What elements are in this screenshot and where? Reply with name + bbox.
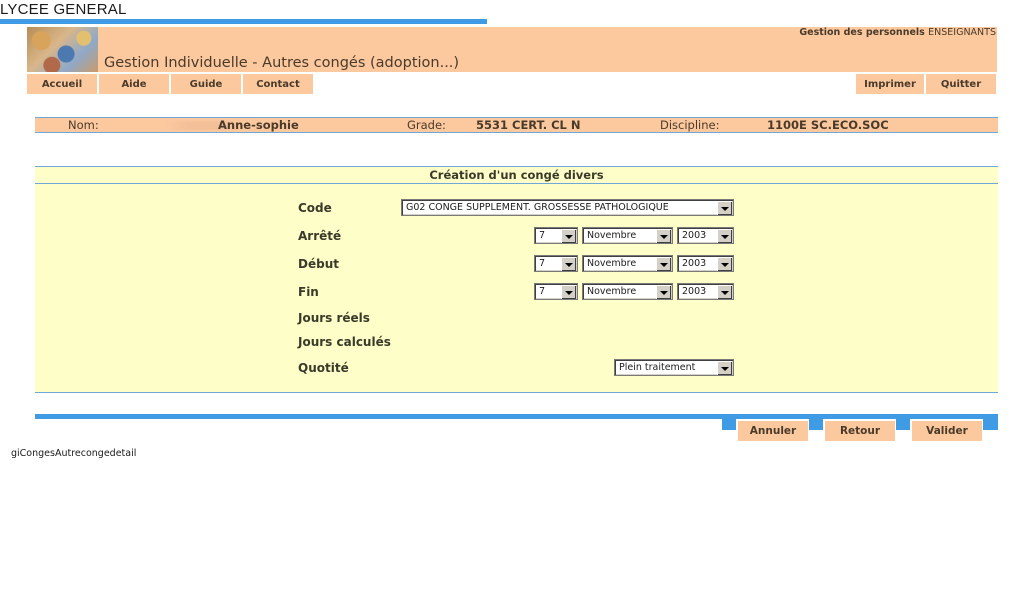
- arrete-month-value: Novembre: [587, 230, 637, 241]
- chevron-down-icon: [656, 285, 671, 299]
- quotite-label: Quotité: [298, 361, 349, 375]
- school-title: LYCEE GENERAL: [0, 1, 127, 18]
- nav-accueil-button[interactable]: Accueil: [27, 74, 97, 94]
- nav-contact-button[interactable]: Contact: [243, 74, 313, 94]
- debut-day-value: 7: [539, 258, 546, 269]
- code-label: Code: [298, 201, 332, 215]
- bottom-divider: [35, 414, 998, 419]
- arrete-day-select[interactable]: 7: [534, 227, 578, 244]
- fin-day-select[interactable]: 7: [534, 283, 578, 300]
- nav-guide-button[interactable]: Guide: [171, 74, 241, 94]
- debut-year-value: 2003: [682, 258, 707, 269]
- arrete-day-value: 7: [539, 230, 546, 241]
- code-select[interactable]: G02 CONGE SUPPLEMENT. GROSSESSE PATHOLOG…: [401, 199, 734, 216]
- fin-day-value: 7: [539, 286, 546, 297]
- chevron-down-icon: [561, 285, 576, 299]
- annuler-button[interactable]: Annuler: [738, 421, 808, 441]
- nav-imprimer-button[interactable]: Imprimer: [856, 74, 924, 94]
- chevron-down-icon: [717, 229, 732, 243]
- chevron-down-icon: [717, 257, 732, 271]
- jours-reels-label: Jours réels: [298, 311, 370, 325]
- arrete-year-value: 2003: [682, 230, 707, 241]
- debut-month-value: Novembre: [587, 258, 637, 269]
- fin-label: Fin: [298, 285, 319, 299]
- grade-value: 5531 CERT. CL N: [476, 118, 581, 132]
- chevron-down-icon: [561, 257, 576, 271]
- fin-month-select[interactable]: Novembre: [582, 283, 673, 300]
- code-select-value: G02 CONGE SUPPLEMENT. GROSSESSE PATHOLOG…: [406, 202, 669, 213]
- valider-button[interactable]: Valider: [912, 421, 982, 441]
- grade-label: Grade:: [407, 118, 446, 132]
- arrete-label: Arrêté: [298, 229, 342, 243]
- nom-label: Nom:: [68, 118, 99, 132]
- fin-year-select[interactable]: 2003: [677, 283, 734, 300]
- page-identifier: giCongesAutrecongedetail: [11, 448, 137, 459]
- debut-label: Début: [298, 257, 339, 271]
- arrete-year-select[interactable]: 2003: [677, 227, 734, 244]
- quotite-select-value: Plein traitement: [619, 362, 696, 373]
- discipline-value: 1100E SC.ECO.SOC: [767, 118, 889, 132]
- header-logo-image: [27, 27, 98, 72]
- arrete-month-select[interactable]: Novembre: [582, 227, 673, 244]
- page-title: Gestion Individuelle - Autres congés (ad…: [104, 55, 460, 71]
- form-title-bar: Création d'un congé divers: [35, 166, 998, 184]
- action-tab-accent: [722, 419, 736, 430]
- debut-month-select[interactable]: Novembre: [582, 255, 673, 272]
- identity-band: Nom: Anne-sophie Grade: 5531 CERT. CL N …: [35, 117, 998, 133]
- fin-month-value: Novembre: [587, 286, 637, 297]
- header-subtitle-main: Gestion des personnels: [799, 27, 925, 38]
- debut-year-select[interactable]: 2003: [677, 255, 734, 272]
- quotite-select[interactable]: Plein traitement: [614, 359, 734, 376]
- chevron-down-icon: [561, 229, 576, 243]
- chevron-down-icon: [717, 201, 732, 215]
- retour-button[interactable]: Retour: [825, 421, 895, 441]
- chevron-down-icon: [717, 285, 732, 299]
- chevron-down-icon: [717, 361, 732, 375]
- form-title: Création d'un congé divers: [429, 168, 604, 182]
- nom-value: Anne-sophie: [218, 118, 299, 132]
- top-divider: [0, 19, 487, 24]
- action-tab-accent: [983, 419, 998, 430]
- header-subtitle-scope: ENSEIGNANTS: [928, 27, 996, 38]
- nav-quitter-button[interactable]: Quitter: [926, 74, 996, 94]
- action-tab-accent: [809, 419, 823, 430]
- chevron-down-icon: [656, 257, 671, 271]
- discipline-label: Discipline:: [660, 118, 720, 132]
- header-subtitle: Gestion des personnels ENSEIGNANTS: [799, 27, 996, 38]
- nav-aide-button[interactable]: Aide: [99, 74, 169, 94]
- action-tab-accent: [896, 419, 910, 430]
- fin-year-value: 2003: [682, 286, 707, 297]
- debut-day-select[interactable]: 7: [534, 255, 578, 272]
- jours-calcules-label: Jours calculés: [298, 335, 391, 349]
- chevron-down-icon: [656, 229, 671, 243]
